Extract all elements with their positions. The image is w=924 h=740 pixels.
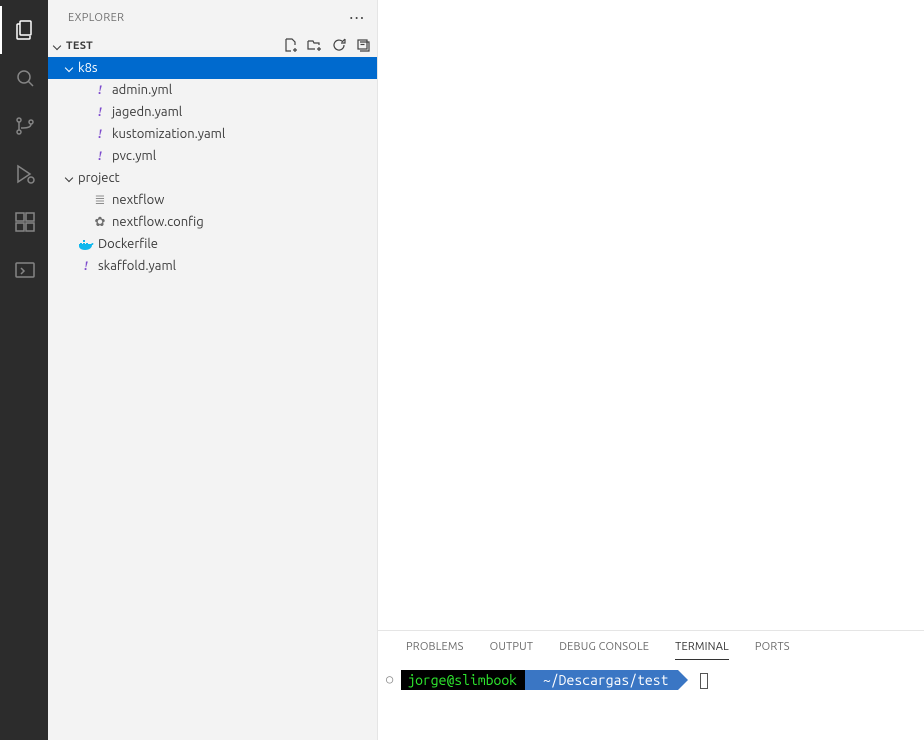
tree-file[interactable]: ! kustomization.yaml [48,123,377,145]
files-icon [13,18,37,42]
yaml-icon: ! [92,82,108,98]
tree-label: nextflow.config [112,215,204,229]
explorer-section-header[interactable]: TEST [48,35,377,57]
terminal-user-host: jorge@slimbook [401,670,527,690]
tree-label: Dockerfile [98,237,158,251]
extensions-icon [13,210,37,234]
tree-folder[interactable]: project [48,167,377,189]
activity-run-debug[interactable] [0,150,48,198]
explorer-sidebar: EXPLORER ⋯ TEST [48,0,378,740]
tree-file[interactable]: ≣ nextflow [48,189,377,211]
new-folder-icon[interactable] [307,37,323,56]
collapse-all-icon[interactable] [355,37,371,56]
tab-debug-console[interactable]: DEBUG CONSOLE [559,641,649,660]
branch-icon [13,114,37,138]
tree-label: pvc.yml [112,149,156,163]
tree-label: nextflow [112,193,164,207]
file-tree: k8s! admin.yml! jagedn.yaml! kustomization.… [48,57,377,277]
activity-bar [0,0,48,740]
play-bug-icon [13,162,37,186]
explorer-header: EXPLORER ⋯ [48,0,377,35]
tree-label: kustomization.yaml [112,127,225,141]
terminal-circle-icon: ○ [386,672,393,686]
tab-terminal[interactable]: TERMINAL [675,641,729,660]
activity-remote[interactable] [0,246,48,294]
tree-label: admin.yml [112,83,172,97]
yaml-icon: ! [92,148,108,164]
text-file-icon: ≣ [92,193,108,208]
yaml-icon: ! [92,104,108,120]
tree-file[interactable]: Dockerfile [48,233,377,255]
explorer-section-actions [283,37,371,56]
explorer-title: EXPLORER [68,12,124,24]
chevron-down-icon [62,61,78,75]
tree-label: project [78,171,120,185]
refresh-icon[interactable] [331,37,347,56]
new-file-icon[interactable] [283,37,299,56]
tree-file[interactable]: ! pvc.yml [48,145,377,167]
tree-file[interactable]: ! admin.yml [48,79,377,101]
explorer-root-label: TEST [66,40,93,52]
activity-source-control[interactable] [0,102,48,150]
activity-explorer[interactable] [0,6,48,54]
editor-area[interactable] [378,0,924,630]
gear-icon: ✿ [92,215,108,230]
panel-tabs: PROBLEMS OUTPUT DEBUG CONSOLE TERMINAL P… [378,631,924,660]
tab-ports[interactable]: PORTS [755,641,790,660]
tab-output[interactable]: OUTPUT [490,641,534,660]
explorer-more-icon[interactable]: ⋯ [349,8,365,27]
activity-search[interactable] [0,54,48,102]
tab-problems[interactable]: PROBLEMS [406,641,464,660]
yaml-icon: ! [92,126,108,142]
search-icon [13,66,37,90]
tree-file[interactable]: ! jagedn.yaml [48,101,377,123]
tree-file[interactable]: ✿ nextflow.config [48,211,377,233]
remote-icon [13,258,37,282]
terminal-cwd: ~/Descargas/test [525,670,678,690]
chevron-down-icon [62,171,78,185]
activity-extensions[interactable] [0,198,48,246]
tree-file[interactable]: ! skaffold.yaml [48,255,377,277]
tree-label: skaffold.yaml [98,259,176,273]
terminal-cursor [700,673,708,689]
bottom-panel: PROBLEMS OUTPUT DEBUG CONSOLE TERMINAL P… [378,630,924,740]
tree-folder[interactable]: k8s [48,57,377,79]
terminal-body[interactable]: ○ jorge@slimbook~/Descargas/test [378,660,924,740]
yaml-icon: ! [78,258,94,274]
docker-icon [78,236,94,252]
tree-label: k8s [78,61,98,75]
main-area: PROBLEMS OUTPUT DEBUG CONSOLE TERMINAL P… [378,0,924,740]
chevron-down-icon [53,41,61,49]
tree-label: jagedn.yaml [112,105,182,119]
